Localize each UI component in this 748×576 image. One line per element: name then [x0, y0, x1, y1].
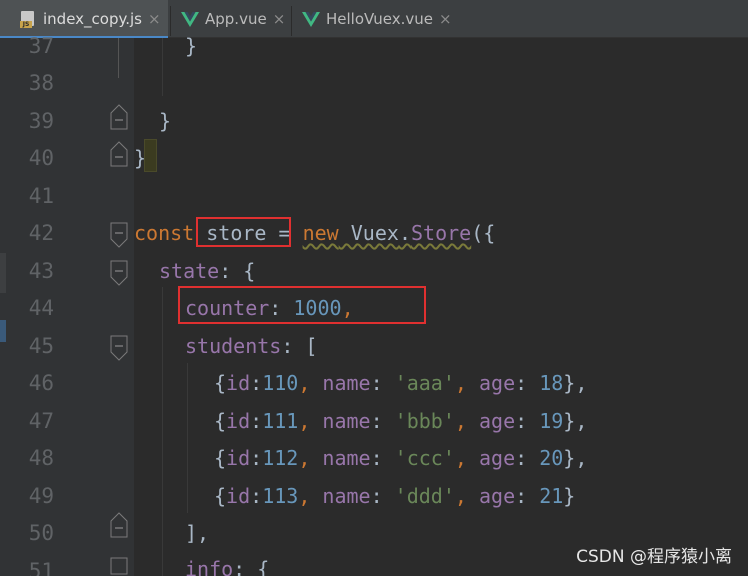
highlight-box-counter: [178, 286, 426, 324]
line-number: 48: [28, 446, 54, 470]
close-icon[interactable]: ×: [439, 10, 452, 28]
javascript-file-icon: JS: [20, 10, 36, 28]
line-number: 50: [28, 521, 54, 545]
tab-label: App.vue: [205, 10, 267, 28]
vue-file-icon: [181, 11, 199, 27]
line-number: 40: [28, 146, 54, 170]
tab-index-copy-js[interactable]: JS index_copy.js ×: [0, 0, 168, 39]
close-icon[interactable]: ×: [273, 10, 286, 28]
line-number: 39: [28, 109, 54, 133]
code-line-47: {id:111, name: 'bbb', age: 19},: [214, 409, 588, 433]
line-number: 41: [28, 184, 54, 208]
highlight-box-store: [196, 217, 291, 247]
line-number: 51: [28, 559, 54, 576]
code-line-43: state: {: [159, 259, 256, 283]
fold-start-icon[interactable]: [110, 556, 128, 576]
code-line-49: {id:113, name: 'ddd', age: 21}: [214, 484, 576, 508]
line-number: 45: [28, 334, 54, 358]
code-line-45: students: [: [185, 334, 318, 358]
fold-start-icon[interactable]: [110, 259, 128, 289]
fold-guide-line: [118, 38, 119, 78]
fold-end-icon[interactable]: [110, 103, 128, 133]
line-number: 47: [28, 409, 54, 433]
fold-end-icon[interactable]: [110, 140, 128, 170]
line-number: 44: [28, 296, 54, 320]
line-number: 49: [28, 484, 54, 508]
line-number: 43: [28, 259, 54, 283]
code-line-40: }: [134, 146, 147, 170]
line-number: 42: [28, 221, 54, 245]
tab-app-vue[interactable]: App.vue ×: [171, 0, 290, 38]
fold-end-icon[interactable]: [110, 511, 128, 541]
tab-label: index_copy.js: [43, 10, 142, 28]
code-line-48: {id:112, name: 'ccc', age: 20},: [214, 446, 588, 470]
code-line-39: }: [159, 109, 172, 133]
editor-tab-bar: JS index_copy.js × App.vue × HelloVuex.v…: [0, 0, 748, 39]
tab-hellovuex-vue[interactable]: HelloVuex.vue ×: [292, 0, 460, 38]
code-line-42: const store = new Vuex.Store({: [134, 221, 496, 245]
close-icon[interactable]: ×: [148, 10, 161, 28]
fold-start-icon[interactable]: [110, 334, 128, 364]
line-number: 38: [28, 71, 54, 95]
line-number: 37: [28, 34, 54, 58]
code-line-37: }: [185, 34, 198, 58]
fold-start-icon[interactable]: [110, 221, 128, 251]
code-line-46: {id:110, name: 'aaa', age: 18},: [214, 371, 588, 395]
code-line-51: info: {: [185, 557, 270, 576]
line-number: 46: [28, 371, 54, 395]
watermark: CSDN @程序猿小离: [576, 547, 732, 567]
code-line-50: ],: [185, 521, 210, 545]
tab-label: HelloVuex.vue: [326, 10, 433, 28]
vue-file-icon: [302, 11, 320, 27]
